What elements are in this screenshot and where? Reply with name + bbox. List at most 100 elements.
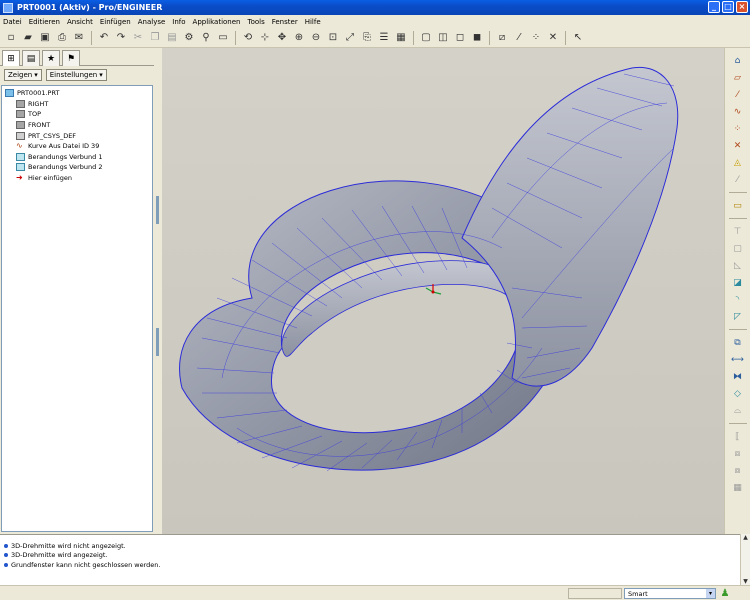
traffic-light-icon[interactable]: ♟ — [720, 587, 730, 600]
extrude-ghost-icon[interactable]: ⁄ — [731, 173, 745, 186]
layers-icon[interactable]: ☰ — [377, 31, 391, 45]
copy-feature-icon[interactable]: ⧉ — [731, 336, 745, 349]
saved-views-icon[interactable]: ⎘ — [360, 31, 374, 45]
shell-tool-icon[interactable]: ▢ — [731, 242, 745, 255]
show-dropdown[interactable]: Zeigen ▾ — [4, 69, 42, 81]
csys-icon[interactable]: ✕ — [546, 31, 560, 45]
settings-label: Einstellungen — [49, 71, 98, 79]
paste-icon[interactable]: ▤ — [165, 31, 179, 45]
tree-item-curve[interactable]: ∿ Kurve Aus Datei ID 39 — [2, 141, 152, 152]
zoom-out-icon[interactable]: ⊖ — [309, 31, 323, 45]
tree-item-part[interactable]: PRT0001.PRT — [2, 88, 152, 99]
no-hidden-icon[interactable]: ◻ — [453, 31, 467, 45]
refit-icon[interactable]: ⊡ — [326, 31, 340, 45]
regenerate-icon[interactable]: ⚙ — [182, 31, 196, 45]
chamfer-tool-icon[interactable]: ◸ — [731, 310, 745, 323]
thicken-tool-icon[interactable]: ⧈ — [731, 447, 745, 460]
zoom-in-icon[interactable]: ⊕ — [292, 31, 306, 45]
menu-ansicht[interactable]: Ansicht — [67, 18, 93, 26]
find-icon[interactable]: ⚲ — [199, 31, 213, 45]
selection-filter[interactable]: Smart ▾ — [624, 588, 716, 599]
mirror-tool-icon[interactable]: ⟷ — [731, 353, 745, 366]
datum-axis-icon[interactable]: ⁄ — [731, 88, 745, 101]
draft-tool-icon[interactable]: ◪ — [731, 276, 745, 289]
tree-item-blend-2[interactable]: Berandungs Verbund 2 — [2, 162, 152, 173]
point-tool-icon[interactable]: ⁘ — [731, 122, 745, 135]
message-scrollbar[interactable]: ▲ ▼ — [740, 534, 750, 585]
round-tool-icon[interactable]: ◝ — [731, 293, 745, 306]
menu-info[interactable]: Info — [172, 18, 185, 26]
scroll-down-icon[interactable]: ▼ — [741, 578, 750, 585]
orient-icon[interactable]: ✥ — [275, 31, 289, 45]
solidify-tool-icon[interactable]: ⧇ — [731, 464, 745, 477]
favorites-tab-icon[interactable]: ★ — [42, 50, 60, 66]
redo-icon[interactable]: ↷ — [114, 31, 128, 45]
shading-icon[interactable]: ◼ — [470, 31, 484, 45]
menu-analyse[interactable]: Analyse — [138, 18, 166, 26]
sketch-tool-icon[interactable]: ▭ — [731, 199, 745, 212]
tree-item-blend-1[interactable]: Berandungs Verbund 1 — [2, 152, 152, 163]
new-icon[interactable]: ▫ — [4, 31, 18, 45]
tree-item-top[interactable]: TOP — [2, 109, 152, 120]
sketch-plane-icon[interactable]: ▱ — [731, 71, 745, 84]
folder-browser-tab-icon[interactable]: ▤ — [22, 50, 40, 66]
hole-tool-icon[interactable]: ⊤ — [731, 225, 745, 238]
trim-tool-icon[interactable]: ◇ — [731, 387, 745, 400]
toolbar-divider — [413, 30, 414, 45]
minimize-button[interactable]: _ — [708, 1, 720, 13]
spin-center-icon[interactable]: ⊹ — [258, 31, 272, 45]
tree-item-front[interactable]: FRONT — [2, 120, 152, 131]
reorient-icon[interactable]: ⤢ — [343, 31, 357, 45]
save-icon[interactable]: ▣ — [38, 31, 52, 45]
menu-datei[interactable]: Datei — [3, 18, 22, 26]
chevron-down-icon[interactable]: ▾ — [706, 589, 715, 598]
hidden-line-icon[interactable]: ◫ — [436, 31, 450, 45]
merge-tool-icon[interactable]: ⧓ — [731, 370, 745, 383]
extend-tool-icon[interactable]: ⌓ — [731, 404, 745, 417]
menu-einfuegen[interactable]: Einfügen — [100, 18, 131, 26]
menu-fenster[interactable]: Fenster — [272, 18, 298, 26]
splitter-grip[interactable] — [156, 196, 159, 224]
cut-icon[interactable]: ✂ — [131, 31, 145, 45]
scroll-up-icon[interactable]: ▲ — [741, 534, 750, 541]
menu-tools[interactable]: Tools — [247, 18, 264, 26]
tree-item-right[interactable]: RIGHT — [2, 99, 152, 110]
settings-dropdown[interactable]: Einstellungen ▾ — [45, 69, 107, 81]
pattern-tool-icon[interactable]: ▦ — [731, 481, 745, 494]
select-box-icon[interactable]: ▭ — [216, 31, 230, 45]
tree-item-label: Hier einfügen — [28, 174, 73, 183]
datum-plane-tool-icon[interactable]: ⌂ — [731, 54, 745, 67]
datum-axes-icon[interactable]: ⁄ — [512, 31, 526, 45]
datum-points-icon[interactable]: ⁘ — [529, 31, 543, 45]
tree-item-label: Berandungs Verbund 2 — [28, 163, 103, 172]
repaint-icon[interactable]: ⟲ — [241, 31, 255, 45]
menu-editieren[interactable]: Editieren — [29, 18, 60, 26]
csys-tool-icon[interactable]: ✕ — [731, 139, 745, 152]
menu-applikationen[interactable]: Applikationen — [193, 18, 241, 26]
model-tree-tab-icon[interactable]: ⊞ — [2, 50, 20, 66]
maximize-button[interactable]: □ — [722, 1, 734, 13]
datum-planes-icon[interactable]: ⧄ — [495, 31, 509, 45]
print-icon[interactable]: ⎙ — [55, 31, 69, 45]
rib-tool-icon[interactable]: ◺ — [731, 259, 745, 272]
undo-icon[interactable]: ↶ — [97, 31, 111, 45]
offset-tool-icon[interactable]: ⟦ — [731, 430, 745, 443]
connections-tab-icon[interactable]: ⚑ — [62, 50, 80, 66]
tree-item-csys[interactable]: PRT_CSYS_DEF — [2, 130, 152, 141]
open-icon[interactable]: ▰ — [21, 31, 35, 45]
graphics-window[interactable] — [162, 48, 724, 534]
panel-splitter[interactable] — [154, 48, 162, 534]
context-help-icon[interactable]: ↖ — [571, 31, 585, 45]
tree-item-insert-here[interactable]: ➜ Hier einfügen — [2, 173, 152, 184]
analysis-tool-icon[interactable]: ◬ — [731, 156, 745, 169]
tree-item-label: Berandungs Verbund 1 — [28, 152, 103, 161]
view-manager-icon[interactable]: ▦ — [394, 31, 408, 45]
email-icon[interactable]: ✉ — [72, 31, 86, 45]
close-button[interactable]: × — [736, 1, 748, 13]
copy-icon[interactable]: ❐ — [148, 31, 162, 45]
tree-item-label: FRONT — [28, 121, 51, 130]
menu-hilfe[interactable]: Hilfe — [305, 18, 321, 26]
wireframe-icon[interactable]: ▢ — [419, 31, 433, 45]
splitter-grip[interactable] — [156, 328, 159, 356]
curve-tool-icon[interactable]: ∿ — [731, 105, 745, 118]
